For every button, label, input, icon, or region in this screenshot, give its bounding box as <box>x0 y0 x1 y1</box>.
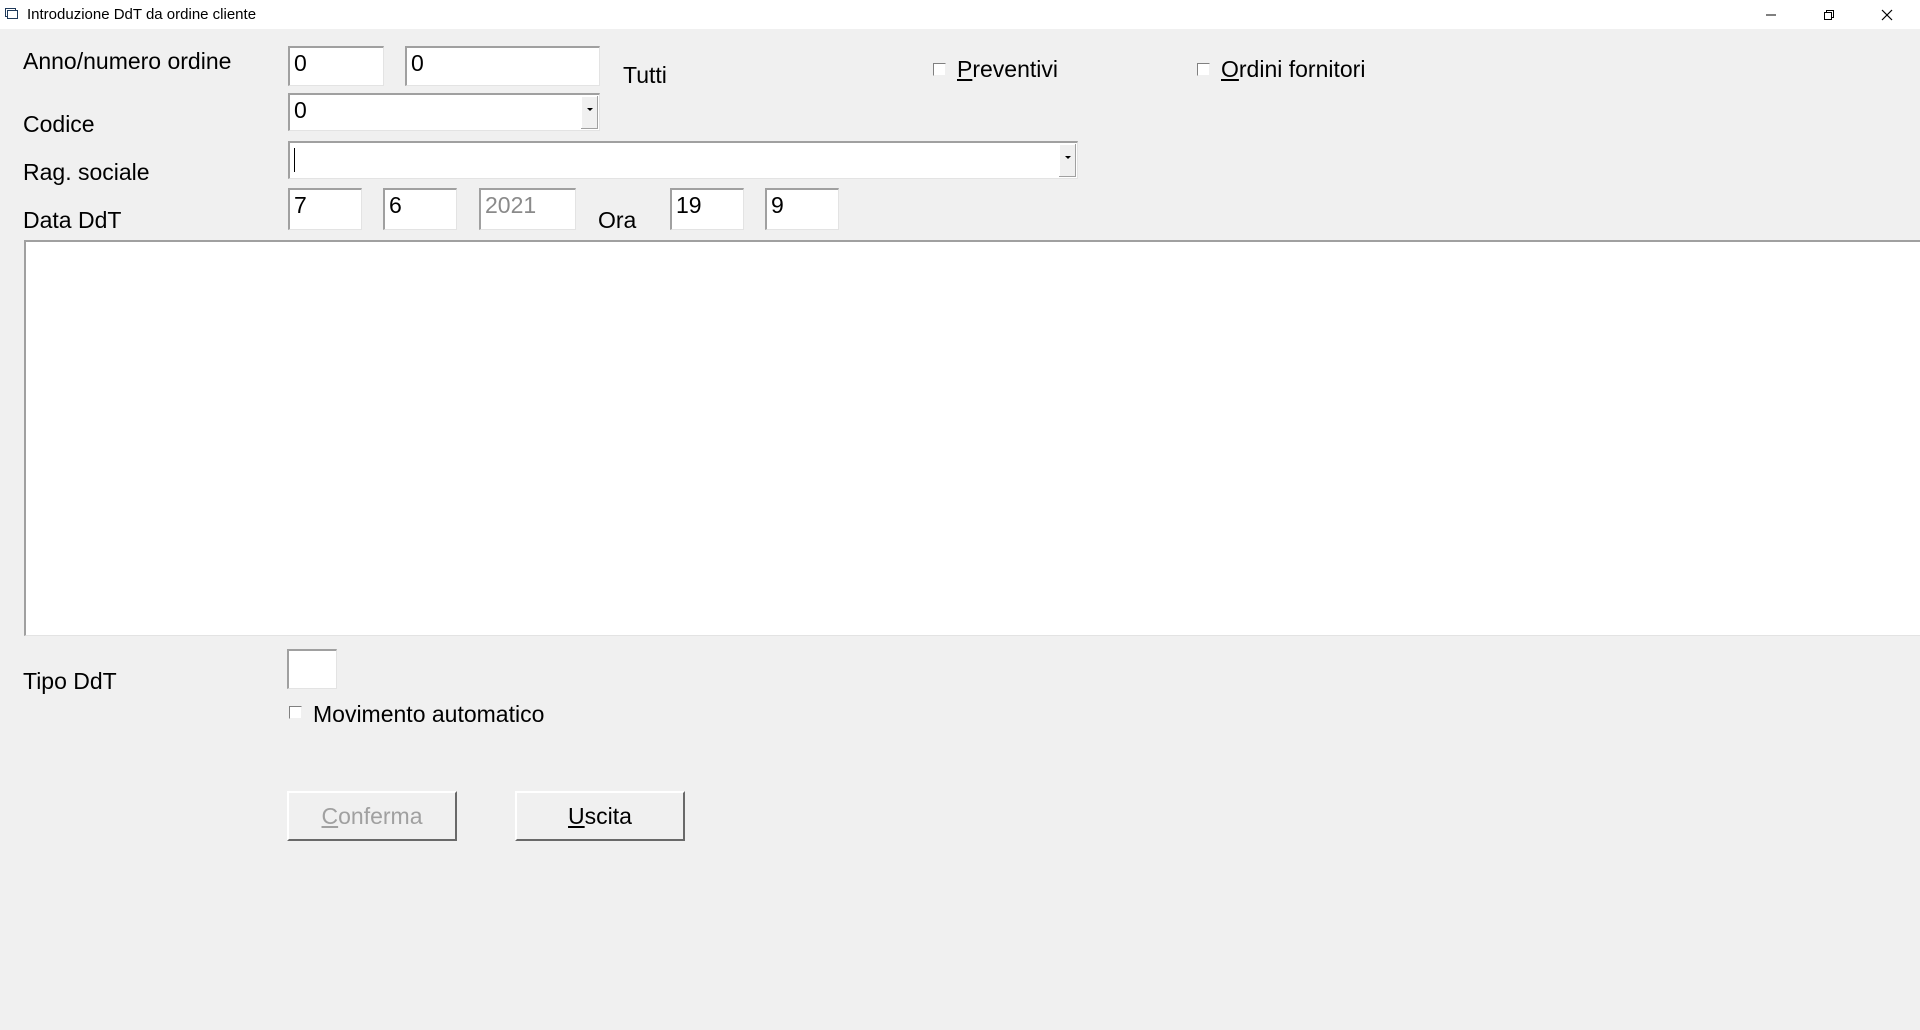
codice-value: 0 <box>294 97 307 123</box>
restore-icon <box>1824 9 1834 20</box>
preventivi-label-text: reventivi <box>972 56 1058 82</box>
close-button[interactable] <box>1858 0 1916 29</box>
rag-sociale-label: Rag. sociale <box>23 159 150 185</box>
movimento-automatico-checkbox[interactable] <box>289 706 302 719</box>
data-ddt-label: Data DdT <box>23 207 122 233</box>
text-caret <box>294 147 295 172</box>
numero-input[interactable]: 0 <box>405 46 600 86</box>
minimize-button[interactable] <box>1742 0 1800 29</box>
window-title: Introduzione DdT da ordine cliente <box>27 6 257 23</box>
uscita-accesskey: U <box>568 802 585 829</box>
movimento-automatico-label[interactable]: Movimento automatico <box>313 701 544 728</box>
ora-minute-input[interactable]: 9 <box>765 188 839 230</box>
close-icon <box>1881 9 1893 20</box>
ora-hour-input[interactable]: 19 <box>670 188 744 230</box>
app-icon <box>5 8 18 19</box>
ora-label: Ora <box>598 207 637 233</box>
conferma-label: onferma <box>338 802 423 829</box>
anno-input[interactable]: 0 <box>288 46 384 86</box>
minimize-icon <box>1766 14 1776 15</box>
ordini-fornitori-label[interactable]: Ordini fornitori <box>1221 56 1365 83</box>
codice-label: Codice <box>23 111 95 137</box>
preventivi-label[interactable]: Preventivi <box>957 56 1058 83</box>
preventivi-checkbox[interactable] <box>933 63 946 76</box>
anno-numero-label: Anno/numero ordine <box>23 48 232 74</box>
data-month-input[interactable]: 6 <box>383 188 457 230</box>
order-lines-list[interactable] <box>24 240 1920 636</box>
data-year-input[interactable]: 2021 <box>479 188 576 230</box>
tipo-ddt-input[interactable] <box>287 649 337 689</box>
ordini-fornitori-checkbox[interactable] <box>1197 63 1210 76</box>
tutti-label: Tutti <box>623 62 667 88</box>
ordini-fornitori-accesskey: O <box>1221 56 1239 82</box>
preventivi-accesskey: P <box>957 56 973 82</box>
app-window: Introduzione DdT da ordine cliente Anno/… <box>0 0 1920 1030</box>
conferma-accesskey: C <box>321 802 339 829</box>
codice-combobox[interactable]: 0 <box>288 93 600 131</box>
restore-button[interactable] <box>1800 0 1858 29</box>
ordini-fornitori-label-text: rdini fornitori <box>1238 56 1366 82</box>
rag-sociale-combobox[interactable] <box>288 141 1078 179</box>
chevron-down-icon[interactable] <box>580 96 598 129</box>
chevron-down-icon[interactable] <box>1058 144 1076 177</box>
uscita-button[interactable]: Uscita <box>515 791 685 841</box>
tipo-ddt-label: Tipo DdT <box>23 668 117 694</box>
title-bar: Introduzione DdT da ordine cliente <box>0 0 1920 29</box>
conferma-button[interactable]: Conferma <box>287 791 457 841</box>
data-day-input[interactable]: 7 <box>288 188 362 230</box>
uscita-label: scita <box>584 802 632 829</box>
